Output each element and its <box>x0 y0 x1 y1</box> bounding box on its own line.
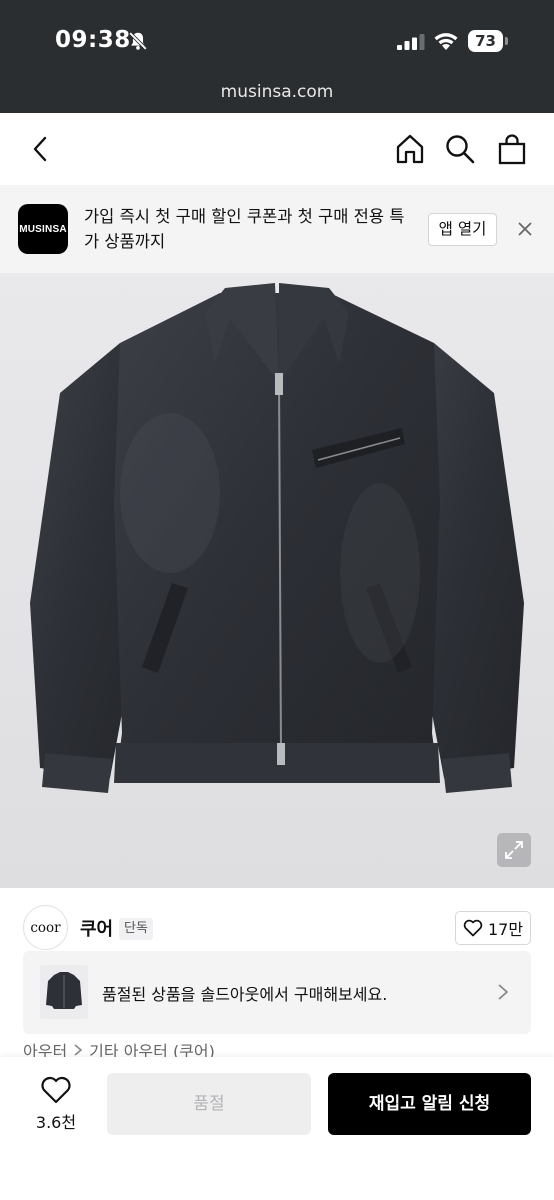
brand-name[interactable]: 쿠어 <box>80 915 113 941</box>
site-header <box>0 113 554 185</box>
brand-like-button[interactable]: 17만 <box>455 911 531 945</box>
app-install-banner: MUSINSA 가입 즉시 첫 구매 할인 쿠폰과 첫 구매 전용 특가 상품까… <box>0 185 554 273</box>
brand-logo[interactable]: coor <box>23 905 68 950</box>
url-bar[interactable]: musinsa.com <box>0 82 554 102</box>
battery-level: 73 <box>475 32 496 50</box>
soldout-message: 품절된 상품을 솔드아웃에서 구매해보세요. <box>102 985 388 1004</box>
restock-alert-button[interactable]: 재입고 알림 신청 <box>328 1073 531 1135</box>
wifi-icon <box>434 33 458 50</box>
soldout-thumbnail <box>40 965 88 1019</box>
back-icon[interactable] <box>22 131 58 167</box>
musinsa-app-logo: MUSINSA <box>18 204 68 254</box>
search-icon[interactable] <box>442 131 478 167</box>
soldout-promo-card[interactable]: 품절된 상품을 솔드아웃에서 구매해보세요. <box>23 951 531 1034</box>
expand-icon[interactable] <box>497 833 531 867</box>
wish-count: 3.6천 <box>35 1113 77 1132</box>
chevron-right-icon <box>498 984 508 1000</box>
brand-like-count: 17만 <box>487 920 524 939</box>
soldout-button: 품절 <box>107 1073 311 1135</box>
status-time: 09:38 <box>55 27 131 53</box>
product-image[interactable] <box>0 273 554 888</box>
jacket-illustration <box>0 273 554 888</box>
banner-message: 가입 즉시 첫 구매 할인 쿠폰과 첫 구매 전용 특가 상품까지 <box>84 207 405 251</box>
exclusive-badge: 단독 <box>119 918 153 940</box>
browser-chrome: 09:38 73 musinsa.com <box>0 0 554 113</box>
open-app-button[interactable]: 앱 열기 <box>428 213 497 246</box>
battery-icon: 73 <box>468 30 508 52</box>
cart-icon[interactable] <box>494 131 530 167</box>
chevron-right-icon <box>74 1044 83 1056</box>
home-icon[interactable] <box>392 131 428 167</box>
signal-icon <box>397 34 425 50</box>
heart-icon <box>463 919 483 937</box>
heart-icon[interactable] <box>40 1075 72 1105</box>
bell-off-icon <box>128 31 148 51</box>
close-icon[interactable] <box>514 218 536 240</box>
